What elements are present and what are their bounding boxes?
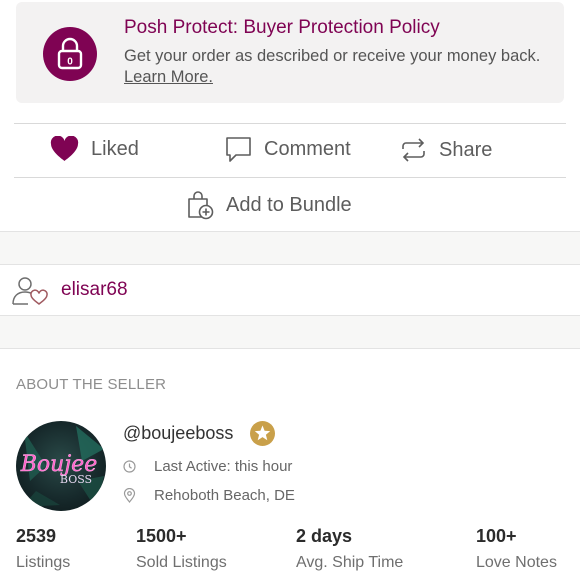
liker-username[interactable]: elisar68 — [61, 279, 128, 301]
last-active-text: Last Active: this hour — [154, 458, 293, 475]
stat-label: Sold Listings — [136, 554, 227, 571]
stat-listings[interactable]: 2539 Listings — [16, 526, 70, 572]
stat-label: Listings — [16, 554, 71, 571]
section-separator — [0, 315, 580, 349]
last-active-row: Last Active: this hour — [123, 458, 292, 475]
stat-ship-time: 2 days Avg. Ship Time — [296, 526, 403, 572]
seller-avatar[interactable]: Boujee BOSS — [16, 421, 106, 511]
stat-value: 100+ — [476, 526, 517, 546]
comment-button[interactable]: Comment — [225, 136, 351, 163]
share-label: Share — [439, 138, 493, 161]
lock-icon: 0 — [43, 27, 97, 81]
divider — [14, 177, 566, 178]
liker-row[interactable]: elisar68 — [0, 265, 580, 315]
user-heart-icon — [12, 277, 48, 306]
bundle-label: Add to Bundle — [226, 193, 352, 216]
bundle-add-icon — [188, 191, 214, 220]
svg-text:0: 0 — [67, 57, 73, 68]
add-to-bundle-button[interactable]: Add to Bundle — [186, 190, 352, 220]
location-text: Rehoboth Beach, DE — [154, 487, 295, 504]
like-button[interactable]: Liked — [50, 136, 139, 162]
share-icon — [402, 138, 425, 162]
location-row: Rehoboth Beach, DE — [123, 487, 295, 504]
stat-sold-listings[interactable]: 1500+ Sold Listings — [136, 526, 227, 572]
learn-more-link[interactable]: Learn More. — [124, 68, 213, 86]
location-pin-icon — [123, 488, 136, 503]
avatar-logo-text-2: BOSS — [60, 473, 92, 486]
protect-text: Get your order as described or receive y… — [124, 47, 541, 65]
clock-icon — [123, 460, 136, 473]
stat-label: Avg. Ship Time — [296, 554, 404, 571]
star-badge-icon — [250, 421, 275, 446]
stat-love-notes[interactable]: 100+ Love Notes — [476, 526, 557, 572]
protect-title: Posh Protect: Buyer Protection Policy — [124, 17, 440, 38]
seller-handle[interactable]: @boujeeboss — [123, 423, 233, 444]
comment-label: Comment — [264, 138, 351, 160]
divider — [14, 123, 566, 124]
section-separator — [0, 231, 580, 265]
share-button[interactable]: Share — [400, 136, 492, 164]
stat-value: 2 days — [296, 526, 353, 546]
stat-value: 2539 — [16, 526, 57, 546]
stat-value: 1500+ — [136, 526, 187, 546]
stat-label: Love Notes — [476, 554, 557, 571]
comment-icon — [226, 137, 251, 162]
protect-description: Get your order as described or receive y… — [124, 46, 544, 88]
posh-protect-card: 0 Posh Protect: Buyer Protection Policy … — [16, 2, 564, 103]
heart-icon — [50, 136, 79, 161]
like-label: Liked — [91, 137, 139, 160]
about-seller-heading: ABOUT THE SELLER — [16, 376, 167, 393]
